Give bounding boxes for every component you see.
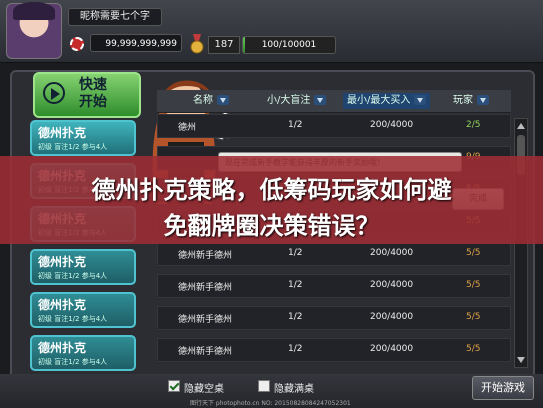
table-header: 名称 小/大盲注 最小/最大买入 玩家 [157, 90, 511, 113]
col-blinds-label: 小/大盲注 [267, 95, 311, 106]
xp-text: 100/100001 [261, 40, 317, 50]
cell-players: 5/5 [466, 312, 481, 322]
cell-name: 德州新手德州 [178, 251, 233, 261]
hide-full-checkbox[interactable] [258, 380, 270, 392]
start-game-button[interactable]: 开始游戏 [472, 376, 534, 400]
cell-blinds: 1/2 [288, 120, 303, 130]
col-name-label: 名称 [193, 95, 213, 106]
watermark-text: 图行天下 photophoto.cn NO: 20150828084247052… [190, 400, 351, 407]
cell-players: 5/5 [466, 344, 481, 354]
cell-blinds: 1/2 [288, 248, 303, 258]
cell-buyin: 200/4000 [370, 120, 414, 130]
banner-title-line1: 德州扑克策略，低筹码玩家如何避 [91, 176, 452, 204]
room-item-info: 初级 盲注1/2 参与4人 [38, 143, 108, 151]
col-blinds[interactable]: 小/大盲注 [267, 93, 327, 109]
chip-balance: 99,999,999,999 [90, 34, 182, 52]
scroll-up-icon[interactable] [517, 123, 525, 129]
cell-blinds: 1/2 [288, 280, 303, 290]
room-item[interactable]: 德州扑克初级 盲注1/2 参与4人 [30, 292, 136, 328]
cell-name: 德州 [178, 123, 197, 133]
play-icon [43, 82, 65, 104]
cell-players: 5/5 [466, 280, 481, 290]
room-item-info: 初级 盲注1/2 参与4人 [38, 315, 108, 323]
cell-buyin: 200/4000 [370, 248, 414, 258]
chip-icon [70, 37, 84, 51]
scroll-down-icon[interactable] [517, 357, 525, 363]
cell-buyin: 200/4000 [370, 344, 414, 354]
col-name[interactable]: 名称 [193, 93, 229, 109]
table-row[interactable]: 德州新手德州 1/2 200/4000 5/5 [157, 242, 511, 266]
room-item-title: 德州扑克 [38, 298, 87, 312]
cell-players: 5/5 [466, 248, 481, 258]
level-value: 187 [208, 36, 240, 54]
table-row[interactable]: 德州 1/2 200/4000 2/5 [157, 114, 511, 138]
room-item-title: 德州扑克 [38, 255, 87, 269]
table-row[interactable]: 德州新手德州 1/2 200/4000 5/5 [157, 306, 511, 330]
room-item-info: 初级 盲注1/2 参与4人 [38, 358, 108, 366]
col-players[interactable]: 玩家 [453, 93, 489, 109]
sort-arrow-icon [217, 95, 229, 105]
hide-full-label: 隐藏满桌 [274, 384, 314, 395]
xp-bar: 100/100001 [242, 36, 336, 54]
nickname-label: 昵称需要七个字 [68, 8, 162, 26]
avatar[interactable] [6, 2, 62, 59]
cell-buyin: 200/4000 [370, 280, 414, 290]
cell-buyin: 200/4000 [370, 312, 414, 322]
room-item-title: 德州扑克 [38, 341, 87, 355]
room-item[interactable]: 德州扑克初级 盲注1/2 参与4人 [30, 335, 136, 371]
top-bar: 昵称需要七个字 99,999,999,999 187 100/100001 [0, 0, 543, 63]
sort-arrow-icon [314, 95, 327, 105]
cell-name: 德州新手德州 [178, 347, 233, 357]
cell-name: 德州新手德州 [178, 283, 233, 293]
room-item[interactable]: 德州扑克初级 盲注1/2 参与4人 [30, 249, 136, 285]
cell-blinds: 1/2 [288, 344, 303, 354]
medal-icon [190, 34, 204, 54]
hide-empty-checkbox[interactable] [168, 380, 180, 392]
col-buyin[interactable]: 最小/最大买入 [343, 93, 431, 109]
room-item[interactable]: 德州扑克初级 盲注1/2 参与4人 [30, 120, 136, 156]
cell-players: 2/5 [466, 120, 481, 130]
banner-title-line2: 免翻牌圈决策错误？ [163, 212, 380, 240]
sort-arrow-icon [477, 95, 489, 105]
hide-empty-label: 隐藏空桌 [184, 384, 224, 395]
table-row[interactable]: 德州新手德州 1/2 200/4000 5/5 [157, 338, 511, 362]
cell-blinds: 1/2 [288, 312, 303, 322]
quick-start-label: 快速开始 [79, 77, 107, 110]
table-row[interactable]: 德州新手德州 1/2 200/4000 5/5 [157, 274, 511, 298]
quick-start-button[interactable]: 快速开始 [33, 72, 141, 118]
col-buyin-label: 最小/最大买入 [347, 95, 411, 106]
col-players-label: 玩家 [453, 95, 473, 106]
room-item-info: 初级 盲注1/2 参与4人 [38, 272, 108, 280]
cell-name: 德州新手德州 [178, 315, 233, 325]
sort-arrow-icon [414, 95, 427, 105]
room-item-title: 德州扑克 [38, 126, 87, 140]
